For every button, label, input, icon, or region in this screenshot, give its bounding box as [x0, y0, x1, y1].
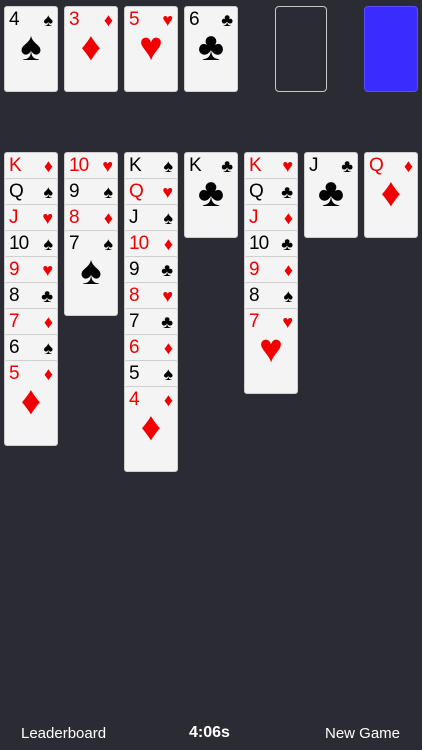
card-suit-icon: ♥ [102, 156, 113, 176]
card-rank: Q [129, 181, 144, 202]
stock-pile[interactable] [364, 6, 418, 92]
card-suit-icon: ♦ [163, 234, 173, 254]
card-rank: 6 [9, 337, 20, 358]
card-rank: 8 [249, 285, 260, 306]
playing-card[interactable]: 5 ♥ ♥ [124, 6, 178, 92]
card-suit-icon: ♠ [103, 182, 113, 202]
card-suit-icon: ♥ [162, 182, 173, 202]
card-suit-icon: ♦ [43, 312, 53, 332]
new-game-button[interactable]: New Game [325, 725, 400, 742]
card-suit-icon: ♦ [163, 338, 173, 358]
card-suit-icon: ♥ [42, 208, 53, 228]
card-suit-icon: ♥ [162, 286, 173, 306]
card-rank: Q [9, 181, 24, 202]
card-center-suit-icon: ♦ [380, 171, 402, 215]
card-suit-icon: ♦ [283, 208, 293, 228]
card-rank: 5 [129, 363, 140, 384]
card-center-suit-icon: ♣ [317, 171, 345, 215]
card-rank: 9 [129, 259, 140, 280]
card-suit-icon: ♠ [163, 208, 173, 228]
card-center-suit-icon: ♥ [139, 25, 163, 69]
card-rank: 9 [249, 259, 260, 280]
waste-slot-empty[interactable] [275, 6, 327, 92]
card-suit-icon: ♠ [163, 156, 173, 176]
card-suit-icon: ♠ [163, 364, 173, 384]
card-suit-icon: ♣ [281, 182, 293, 202]
playing-card[interactable]: 5 ♦ ♦ [4, 360, 58, 446]
card-rank: 7 [129, 311, 140, 332]
card-suit-icon: ♠ [43, 234, 53, 254]
playing-card[interactable]: K ♣ ♣ [184, 152, 238, 238]
card-rank: 8 [129, 285, 140, 306]
card-rank: K [9, 155, 22, 176]
card-rank: 9 [69, 181, 80, 202]
playing-card[interactable]: 3 ♦ ♦ [64, 6, 118, 92]
card-rank: 10 [69, 155, 89, 176]
playing-card[interactable]: 4 ♠ ♠ [4, 6, 58, 92]
playing-card[interactable]: 6 ♣ ♣ [184, 6, 238, 92]
card-suit-icon: ♦ [103, 208, 113, 228]
card-rank: J [249, 207, 258, 228]
card-suit-icon: ♥ [282, 156, 293, 176]
card-suit-icon: ♣ [161, 260, 173, 280]
card-rank: Q [249, 181, 264, 202]
card-rank: K [129, 155, 142, 176]
card-suit-icon: ♦ [283, 260, 293, 280]
card-center-suit-icon: ♠ [80, 249, 102, 293]
card-rank: 10 [129, 233, 149, 254]
card-suit-icon: ♠ [43, 182, 53, 202]
card-suit-icon: ♣ [281, 234, 293, 254]
card-suit-icon: ♦ [43, 156, 53, 176]
card-rank: 8 [69, 207, 80, 228]
leaderboard-button[interactable]: Leaderboard [21, 725, 106, 742]
card-rank: 8 [9, 285, 20, 306]
card-rank: K [249, 155, 262, 176]
playing-card[interactable]: Q ♦ ♦ [364, 152, 418, 238]
card-rank: 9 [9, 259, 20, 280]
playing-card[interactable]: 4 ♦ ♦ [124, 386, 178, 472]
playing-card[interactable]: 7 ♥ ♥ [244, 308, 298, 394]
card-center-suit-icon: ♦ [140, 405, 162, 449]
game-timer: 4:06s [189, 724, 230, 741]
card-rank: 6 [129, 337, 140, 358]
card-suit-icon: ♠ [43, 338, 53, 358]
card-suit-icon: ♠ [283, 286, 293, 306]
card-center-suit-icon: ♦ [20, 379, 42, 423]
card-rank: J [9, 207, 18, 228]
card-suit-icon: ♥ [42, 260, 53, 280]
playing-card[interactable]: J ♣ ♣ [304, 152, 358, 238]
card-center-suit-icon: ♥ [259, 327, 283, 371]
card-suit-icon: ♣ [41, 286, 53, 306]
card-rank: 10 [249, 233, 269, 254]
card-center-suit-icon: ♠ [20, 25, 42, 69]
card-rank: 10 [9, 233, 29, 254]
playing-card[interactable]: 7 ♠ ♠ [64, 230, 118, 316]
card-rank: J [129, 207, 138, 228]
card-center-suit-icon: ♣ [197, 171, 225, 215]
card-center-suit-icon: ♦ [80, 25, 102, 69]
card-suit-icon: ♣ [161, 312, 173, 332]
card-center-suit-icon: ♣ [197, 25, 225, 69]
card-rank: 7 [9, 311, 20, 332]
